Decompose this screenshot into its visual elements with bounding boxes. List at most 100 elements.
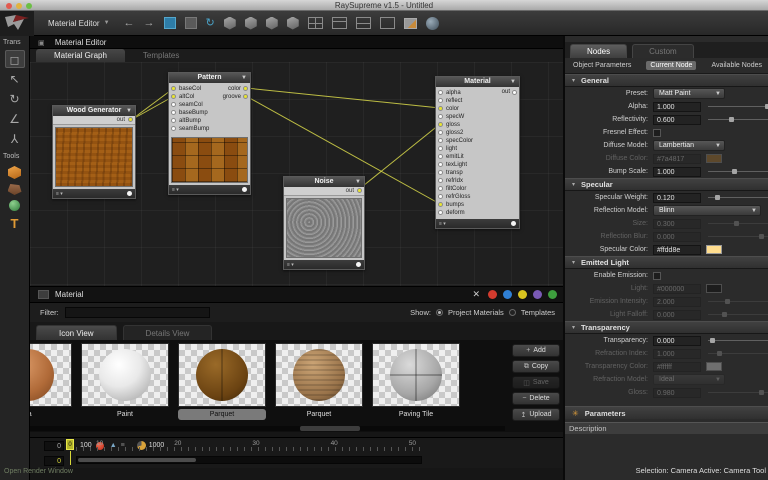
section-header-transparency[interactable]: ▾Transparency — [565, 321, 768, 334]
port-filtColor[interactable] — [438, 186, 443, 191]
port-texLight[interactable] — [438, 162, 443, 167]
orbit-icon[interactable]: ↻ — [206, 18, 215, 29]
cube-shaded-icon[interactable] — [266, 17, 278, 30]
property-checkbox[interactable] — [653, 272, 661, 280]
property-dropdown[interactable]: Matt Paint▼ — [653, 88, 725, 99]
property-slider[interactable] — [708, 115, 768, 124]
path-tool-icon[interactable] — [9, 200, 20, 211]
cube-wire-icon[interactable] — [224, 17, 236, 30]
material-item[interactable]: ca — [30, 343, 72, 423]
property-checkbox[interactable] — [653, 129, 661, 137]
port-deform[interactable] — [438, 210, 443, 215]
property-slider[interactable] — [708, 336, 768, 345]
material-item[interactable]: Parquet — [178, 343, 266, 423]
property-dropdown[interactable]: Lambertian▼ — [653, 140, 725, 151]
value-field[interactable]: 0.600 — [653, 115, 701, 125]
upload-button[interactable]: ↥Upload — [512, 408, 560, 421]
port-specColor[interactable] — [438, 138, 443, 143]
value-field[interactable]: 1.000 — [653, 167, 701, 177]
forward-arrow-icon[interactable]: → — [144, 18, 155, 29]
delete-button[interactable]: −Delete — [512, 392, 560, 405]
value-field[interactable]: 0.980 — [653, 388, 701, 398]
node-preview-toggle[interactable] — [242, 187, 247, 192]
port-emitLit[interactable] — [438, 154, 443, 159]
tag-dot[interactable] — [488, 290, 497, 299]
color-hex-field[interactable]: #ffffff — [653, 362, 701, 372]
material-node[interactable]: Material▼alphareflectcolorspecWglossglos… — [435, 76, 520, 229]
open-render-window-link[interactable]: Open Render Window — [4, 468, 73, 475]
copy-button[interactable]: ⧉Copy — [512, 360, 560, 373]
port-color[interactable] — [243, 86, 248, 91]
save-button[interactable]: ◫Save — [512, 376, 560, 389]
property-slider[interactable] — [708, 232, 768, 241]
move-tool[interactable]: ↖ — [5, 70, 25, 88]
terrain-tool-icon[interactable] — [8, 184, 22, 195]
port-alpha[interactable] — [438, 90, 443, 95]
section-header-emitted-light[interactable]: ▾Emitted Light — [565, 256, 768, 269]
material-item[interactable]: Paving Tile — [372, 343, 460, 423]
port-refrGloss[interactable] — [438, 194, 443, 199]
tab-details-view[interactable]: Details View — [123, 325, 213, 340]
value-field[interactable]: 2.000 — [653, 297, 701, 307]
port-seamCol[interactable] — [171, 102, 176, 107]
panel-menu-icon[interactable]: ▣ — [38, 40, 45, 47]
color-hex-field[interactable]: #7a4817 — [653, 154, 701, 164]
new-image-icon[interactable] — [404, 18, 417, 29]
tag-dot[interactable] — [548, 290, 557, 299]
timeline-current-field[interactable]: 0 — [44, 456, 64, 466]
node-preview-toggle[interactable] — [356, 262, 361, 267]
port-altCol[interactable] — [171, 94, 176, 99]
browser-scrollbar[interactable] — [30, 426, 505, 431]
property-slider[interactable] — [708, 102, 768, 111]
close-icon[interactable]: ✕ — [472, 289, 480, 300]
port-gloss2[interactable] — [438, 130, 443, 135]
parameters-section-header[interactable]: ✳ Parameters — [565, 406, 768, 419]
material-item[interactable]: Paint — [81, 343, 169, 423]
world-icon[interactable] — [426, 17, 439, 30]
layout-single-icon[interactable] — [380, 17, 395, 29]
value-field[interactable]: 0.000 — [653, 310, 701, 320]
chevron-down-icon[interactable]: ▼ — [241, 73, 247, 83]
tab-material-graph[interactable]: Material Graph — [36, 49, 125, 62]
subtab-object-parameters[interactable]: Object Parameters — [569, 61, 635, 70]
node-preview-toggle[interactable] — [511, 221, 516, 226]
node-footer-menu[interactable]: ≡ ▾ — [287, 262, 294, 268]
layout-hsplit-icon[interactable] — [332, 17, 347, 29]
value-field[interactable]: 1.000 — [653, 102, 701, 112]
axis-tool[interactable]: ⅄ — [5, 130, 25, 148]
subtab-available-nodes[interactable]: Available Nodes — [708, 61, 766, 70]
text-tool-icon[interactable]: T — [0, 216, 29, 231]
node-footer-menu[interactable]: ≡ ▾ — [172, 187, 179, 193]
chevron-down-icon[interactable]: ▼ — [510, 77, 516, 87]
port-altBump[interactable] — [171, 118, 176, 123]
pane-icon[interactable] — [185, 17, 197, 29]
tab-nodes[interactable]: Nodes — [570, 44, 627, 58]
color-hex-field[interactable]: #000000 — [653, 284, 701, 294]
node-preview-toggle[interactable] — [127, 191, 132, 196]
tag-dot[interactable] — [533, 290, 542, 299]
node-footer-menu[interactable]: ≡ ▾ — [56, 191, 63, 197]
port-transp[interactable] — [438, 170, 443, 175]
port-light[interactable] — [438, 146, 443, 151]
screenshot-icon[interactable] — [164, 17, 176, 29]
port-groove[interactable] — [243, 94, 248, 99]
cube-textured-icon[interactable] — [287, 17, 299, 30]
value-field[interactable]: 0.300 — [653, 219, 701, 229]
rotate-tool[interactable]: ↻ — [5, 90, 25, 108]
subtab-current-node[interactable]: Current Node — [646, 61, 696, 70]
tab-custom[interactable]: Custom — [632, 44, 694, 58]
property-slider[interactable] — [708, 193, 768, 202]
radio-project-materials[interactable] — [436, 309, 443, 316]
radio-templates[interactable] — [509, 309, 516, 316]
value-field[interactable]: 1.000 — [653, 349, 701, 359]
cube-solid-icon[interactable] — [245, 17, 257, 30]
port-color[interactable] — [438, 106, 443, 111]
value-field[interactable]: 0.000 — [653, 232, 701, 242]
layout-vsplit-icon[interactable] — [356, 17, 371, 29]
property-slider[interactable] — [708, 349, 768, 358]
pattern-node[interactable]: Pattern▼baseColcoloraltColgrooveseamColb… — [168, 72, 251, 195]
color-swatch[interactable] — [706, 154, 722, 163]
port-specW[interactable] — [438, 114, 443, 119]
port-out[interactable] — [512, 90, 517, 95]
property-slider[interactable] — [708, 219, 768, 228]
